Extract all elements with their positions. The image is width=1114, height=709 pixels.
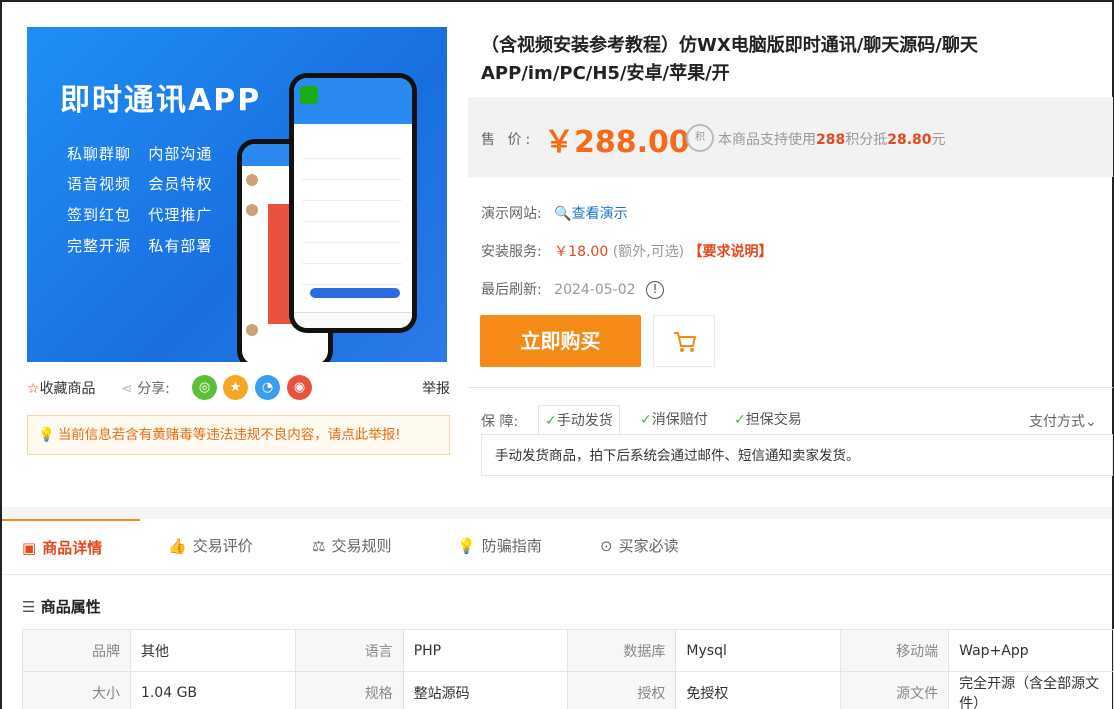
table-row: 品牌 其他 语言 PHP 数据库 Mysql 移动端 Wap+App: [22, 629, 1114, 672]
table-row: 大小 1.04 GB 规格 整站源码 授权 免授权 源文件 完全开源（含全部源文…: [22, 671, 1114, 709]
attr-key: 授权: [567, 671, 677, 709]
attr-key: 规格: [294, 671, 404, 709]
lightbulb-icon: 💡: [457, 537, 476, 555]
check-icon: ✓: [734, 412, 746, 428]
search-list-icon: ☰: [22, 598, 36, 616]
price-label: 售 价:: [481, 132, 535, 148]
tab-anti-fraud[interactable]: 💡 防骗指南: [457, 519, 542, 575]
report-warning[interactable]: 💡 当前信息若含有黄赌毒等违法违规不良内容，请点此举报!: [27, 415, 450, 455]
attr-key: 数据库: [567, 629, 677, 672]
attributes-table: 品牌 其他 语言 PHP 数据库 Mysql 移动端 Wap+App 大小 1.…: [22, 629, 1114, 709]
points-icon: 积: [686, 124, 714, 152]
attr-key: 移动端: [840, 629, 950, 672]
phone-mockup-front: [289, 73, 417, 333]
hero-feature: 完整开源: [67, 237, 132, 255]
favorite-button[interactable]: ☆收藏商品: [27, 378, 96, 398]
hero-feature: 私聊群聊: [67, 145, 132, 163]
attributes-title: ☰ 商品属性: [22, 598, 101, 616]
check-icon: ✓: [545, 413, 557, 429]
hero-title: 即时通讯APP: [60, 83, 262, 118]
guarantee-manual-delivery[interactable]: ✓手动发货: [538, 405, 620, 435]
guarantee-escrow[interactable]: ✓担保交易: [728, 405, 808, 435]
tab-buyer-notice[interactable]: ⊙ 买家必读: [600, 519, 679, 575]
buy-now-button[interactable]: 立即购买: [480, 315, 641, 367]
attr-value: 完全开源（含全部源文件）: [948, 671, 1114, 709]
qq-share-icon[interactable]: ◔: [255, 375, 280, 400]
hero-feature: 私有部署: [148, 237, 213, 255]
scale-icon: ⚖: [312, 537, 326, 555]
attr-value: 1.04 GB: [129, 671, 296, 709]
points-text: 本商品支持使用288积分抵28.80元: [718, 132, 946, 148]
attr-value: 整站源码: [402, 671, 569, 709]
guarantee-description: 手动发货商品，拍下后系统会通过邮件、短信通知卖家发货。: [481, 434, 1113, 476]
price-box: 售 价: ￥288.00 积 本商品支持使用288积分抵28.80元: [468, 97, 1113, 177]
cart-icon: [674, 332, 696, 352]
star-icon: ☆: [27, 381, 40, 397]
hero-feature: 代理推广: [148, 206, 213, 224]
info-circle-icon: ⊙: [600, 537, 613, 555]
qzone-share-icon[interactable]: ★: [223, 375, 248, 400]
attr-key: 源文件: [840, 671, 950, 709]
add-to-cart-button[interactable]: [653, 315, 715, 367]
install-note: (额外,可选): [612, 244, 685, 260]
install-row: 安装服务: ￥18.00 (额外,可选) 【要求说明】: [481, 244, 773, 260]
refresh-row: 最后刷新: 2024-05-02 !: [481, 279, 664, 299]
chevron-down-icon: ⌄: [1085, 414, 1097, 430]
attr-value: Mysql: [675, 629, 842, 672]
payment-methods-dropdown[interactable]: 支付方式⌄: [1029, 411, 1097, 431]
tab-reviews[interactable]: 👍 交易评价: [168, 519, 253, 575]
share-icon: ⋖: [121, 381, 133, 397]
image-actions: ☆收藏商品 ⋖ 分享: ◎ ★ ◔ ◉ 举报: [27, 375, 450, 401]
install-price: ￥18.00: [554, 244, 609, 260]
attr-key: 语言: [294, 629, 404, 672]
attr-value: PHP: [402, 629, 569, 672]
hero-feature: 会员特权: [148, 175, 213, 193]
guarantee-consumer-protection[interactable]: ✓消保赔付: [634, 405, 714, 435]
hero-feature: 语音视频: [67, 175, 132, 193]
product-title: （含视频安装参考教程）仿WX电脑版即时通讯/聊天源码/聊天APP/im/PC/H…: [481, 35, 978, 84]
info-icon[interactable]: !: [646, 281, 664, 299]
hero-feature: 内部沟通: [148, 145, 213, 163]
demo-row: 演示网站: 🔍查看演示: [481, 206, 628, 222]
divider: [468, 387, 1113, 388]
document-icon: ▣: [22, 539, 37, 557]
product-image[interactable]: 即时通讯APP 私聊群聊 内部沟通 语音视频 会员特权 签到红包 代理推广 完整…: [27, 27, 447, 362]
guarantee-label: 保 障:: [481, 414, 519, 430]
wechat-share-icon[interactable]: ◎: [192, 375, 217, 400]
search-icon: 🔍: [554, 206, 572, 222]
tab-details[interactable]: ▣ 商品详情: [2, 519, 140, 575]
refresh-date: 2024-05-02: [554, 282, 636, 298]
hero-feature: 签到红包: [67, 206, 132, 224]
attr-value: Wap+App: [948, 629, 1114, 672]
detail-tabs: ▣ 商品详情 👍 交易评价 ⚖ 交易规则 💡 防骗指南 ⊙ 买家必读: [2, 519, 1112, 575]
share-label: ⋖ 分享:: [121, 381, 170, 397]
lightbulb-icon: 💡: [38, 427, 55, 443]
thumbs-up-icon: 👍: [168, 537, 187, 555]
tab-rules[interactable]: ⚖ 交易规则: [312, 519, 391, 575]
check-icon: ✓: [640, 412, 652, 428]
section-separator: [2, 507, 1112, 519]
attr-key: 大小: [22, 671, 131, 709]
attr-value: 其他: [129, 629, 296, 672]
price-value: ￥288.00: [544, 125, 690, 160]
weibo-share-icon[interactable]: ◉: [287, 375, 312, 400]
install-requirements-link[interactable]: 【要求说明】: [689, 244, 773, 260]
attr-key: 品牌: [22, 629, 131, 672]
report-link[interactable]: 举报: [422, 378, 450, 398]
attr-value: 免授权: [675, 671, 842, 709]
demo-link[interactable]: 🔍查看演示: [554, 206, 627, 222]
